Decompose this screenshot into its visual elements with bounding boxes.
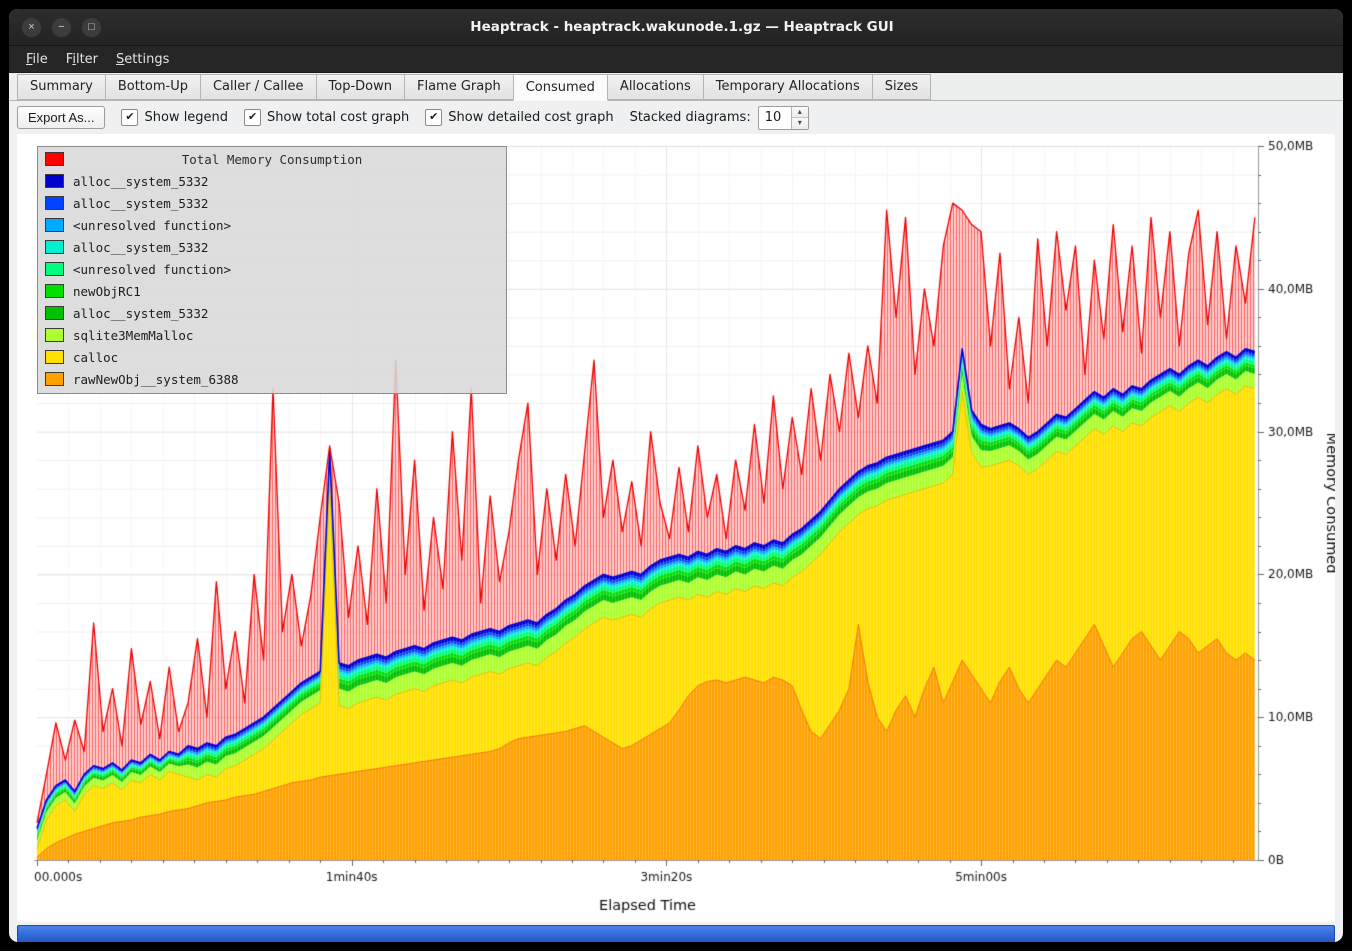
window-title: Heaptrack - heaptrack.wakunode.1.gz — He…	[131, 19, 1233, 35]
checkbox-show-detailed-cost-graph[interactable]: ✔ Show detailed cost graph	[425, 109, 613, 126]
legend-entry: alloc__system_5332	[38, 192, 506, 214]
legend-label: sqlite3MemMalloc	[73, 328, 193, 343]
maximize-icon: □	[88, 21, 95, 33]
tab-consumed[interactable]: Consumed	[513, 74, 608, 101]
legend-swatch	[45, 262, 64, 276]
legend-swatch	[45, 350, 64, 364]
timeline-bar[interactable]	[17, 925, 1335, 943]
close-icon: ×	[28, 21, 34, 33]
checkmark-icon: ✔	[121, 109, 138, 126]
legend-swatch	[45, 240, 64, 254]
legend-entry: <unresolved function>	[38, 214, 506, 236]
spin-down-button[interactable]: ▾	[792, 117, 808, 129]
maximize-button[interactable]: □	[81, 17, 102, 38]
stacked-diagrams-label: Stacked diagrams:	[630, 110, 751, 125]
checkbox-show-legend[interactable]: ✔ Show legend	[121, 109, 228, 126]
titlebar: × − □ Heaptrack - heaptrack.wakunode.1.g…	[9, 9, 1343, 46]
tab-temporary-allocations[interactable]: Temporary Allocations	[703, 74, 873, 100]
checkbox-show-total-cost-graph[interactable]: ✔ Show total cost graph	[244, 109, 409, 126]
stacked-diagrams-control: Stacked diagrams: 10 ▴ ▾	[630, 106, 809, 130]
legend-entry: newObjRC1	[38, 280, 506, 302]
legend-entry: alloc__system_5332	[38, 302, 506, 324]
toolbar: Export As... ✔ Show legend ✔ Show total cos…	[9, 101, 1343, 134]
spin-up-button[interactable]: ▴	[792, 107, 808, 118]
legend-entry: <unresolved function>	[38, 258, 506, 280]
chart-area: Total Memory Consumption alloc__system_53…	[17, 134, 1335, 922]
legend-swatch	[45, 306, 64, 320]
checkbox-label: Show total cost graph	[267, 110, 409, 125]
legend-swatch	[45, 218, 64, 232]
tab-bar: SummaryBottom-UpCaller / CalleeTop-DownF…	[9, 73, 1343, 101]
legend-label: alloc__system_5332	[73, 174, 208, 189]
chart-legend: Total Memory Consumption alloc__system_53…	[37, 146, 507, 394]
tab-summary[interactable]: Summary	[17, 74, 106, 100]
menu-filter[interactable]: Filter	[57, 49, 107, 70]
menu-settings[interactable]: Settings	[107, 49, 178, 70]
window-controls: × − □	[9, 17, 131, 38]
menu-bar: FileFilterSettings	[9, 46, 1343, 73]
legend-entry: rawNewObj__system_6388	[38, 368, 506, 390]
menu-file[interactable]: File	[17, 49, 57, 70]
checkmark-icon: ✔	[425, 109, 442, 126]
close-button[interactable]: ×	[21, 17, 42, 38]
spin-arrows: ▴ ▾	[791, 107, 808, 129]
legend-swatch	[45, 372, 64, 386]
legend-entry: calloc	[38, 346, 506, 368]
legend-label: alloc__system_5332	[73, 240, 208, 255]
legend-swatch	[45, 284, 64, 298]
tab-sizes[interactable]: Sizes	[872, 74, 931, 100]
tab-flame-graph[interactable]: Flame Graph	[404, 74, 514, 100]
checkbox-label: Show legend	[144, 110, 228, 125]
stacked-diagrams-spinbox[interactable]: 10 ▴ ▾	[758, 106, 809, 130]
minimize-button[interactable]: −	[51, 17, 72, 38]
legend-title: Total Memory Consumption	[38, 152, 506, 167]
legend-title-row: Total Memory Consumption	[38, 148, 506, 170]
legend-swatch	[45, 328, 64, 342]
legend-swatch	[45, 174, 64, 188]
tab-caller-callee[interactable]: Caller / Callee	[200, 74, 317, 100]
stacked-diagrams-value[interactable]: 10	[759, 107, 791, 129]
export-as-button[interactable]: Export As...	[17, 106, 105, 129]
legend-label: alloc__system_5332	[73, 306, 208, 321]
legend-label: rawNewObj__system_6388	[73, 372, 239, 387]
legend-label: <unresolved function>	[73, 262, 231, 277]
heaptrack-window: × − □ Heaptrack - heaptrack.wakunode.1.g…	[8, 8, 1344, 943]
legend-label: newObjRC1	[73, 284, 141, 299]
tab-allocations[interactable]: Allocations	[607, 74, 704, 100]
checkmark-icon: ✔	[244, 109, 261, 126]
legend-entry: alloc__system_5332	[38, 236, 506, 258]
legend-label: calloc	[73, 350, 118, 365]
checkbox-group: ✔ Show legend ✔ Show total cost graph ✔ Show …	[121, 109, 613, 126]
tab-top-down[interactable]: Top-Down	[316, 74, 405, 100]
legend-label: alloc__system_5332	[73, 196, 208, 211]
legend-entry: alloc__system_5332	[38, 170, 506, 192]
tab-bottom-up[interactable]: Bottom-Up	[105, 74, 201, 100]
minimize-icon: −	[58, 21, 64, 33]
legend-label: <unresolved function>	[73, 218, 231, 233]
legend-swatch	[45, 196, 64, 210]
checkbox-label: Show detailed cost graph	[448, 110, 613, 125]
legend-entry: sqlite3MemMalloc	[38, 324, 506, 346]
